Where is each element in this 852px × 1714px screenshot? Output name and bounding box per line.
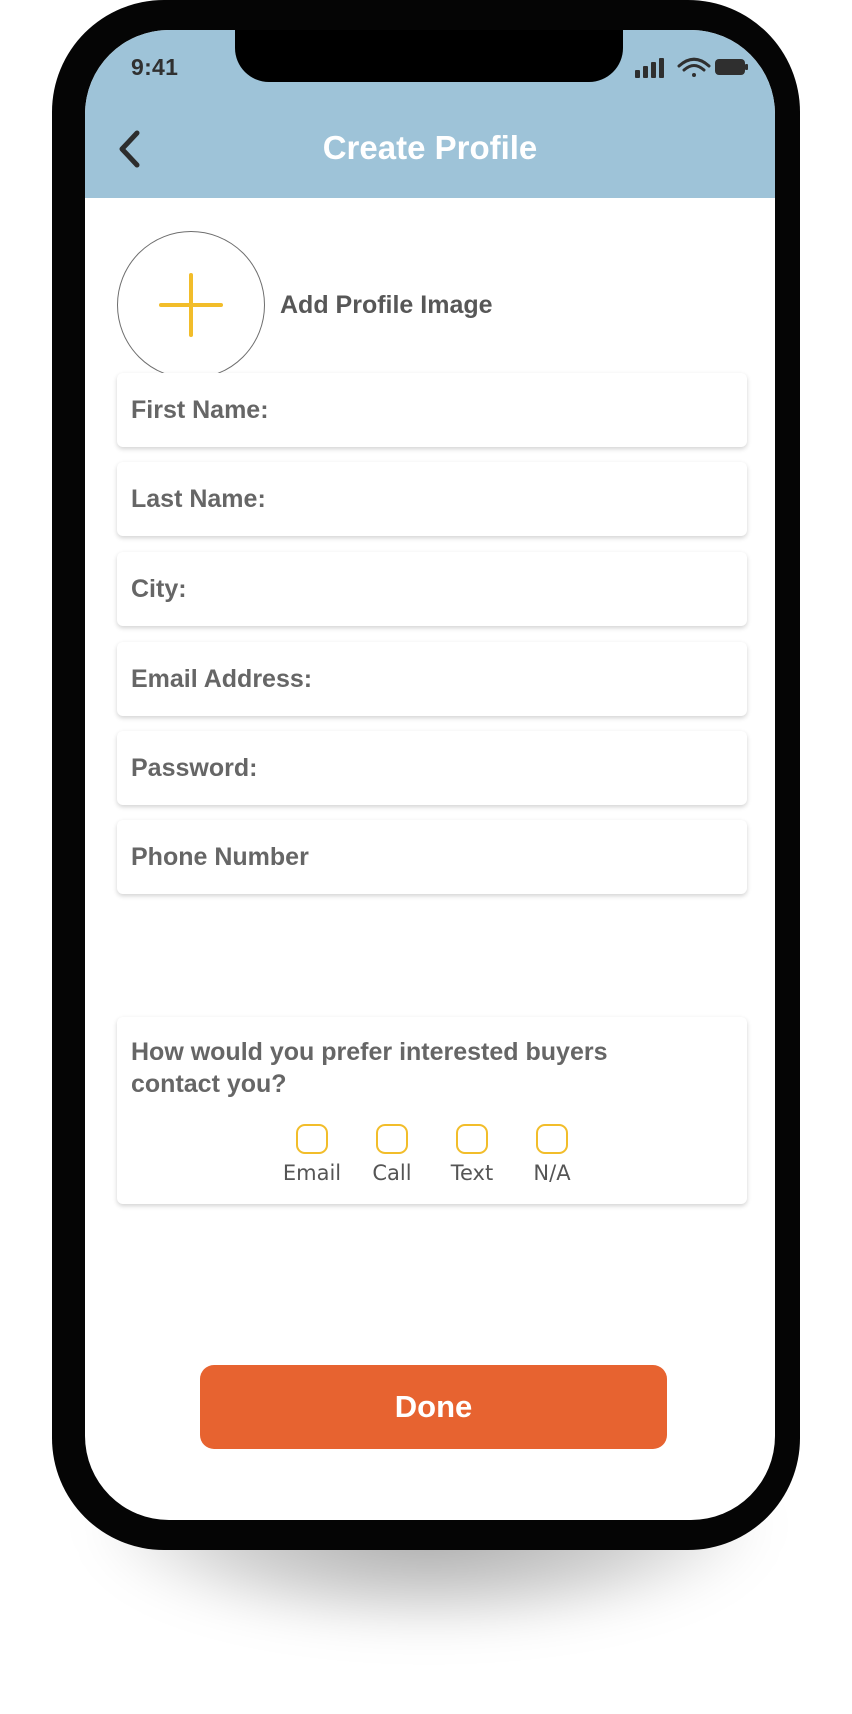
app-header: 9:41 Create Profile <box>85 30 775 198</box>
email-address-label: Email Address: <box>131 665 313 693</box>
battery-icon <box>715 59 748 75</box>
add-profile-image-label: Add Profile Image <box>280 291 493 319</box>
contact-preference-card: How would you prefer interested buyers c… <box>117 1017 747 1204</box>
phone-number-field[interactable]: Phone Number <box>117 820 747 894</box>
password-field[interactable]: Password: <box>117 731 747 805</box>
password-label: Password: <box>131 754 258 782</box>
last-name-field[interactable]: Last Name: <box>117 462 747 536</box>
phone-screen: 9:41 Create Profile Add Profile Image Fi… <box>85 30 775 1520</box>
call-checkbox[interactable] <box>376 1124 408 1154</box>
call-option-label: Call <box>372 1161 412 1185</box>
status-icons <box>633 54 751 80</box>
add-profile-image-button[interactable] <box>117 231 265 379</box>
contact-preference-options: Email Call Text N/A <box>277 1124 597 1192</box>
text-option-label: Text <box>450 1161 494 1185</box>
contact-option-text[interactable]: Text <box>437 1124 507 1188</box>
first-name-label: First Name: <box>131 396 269 424</box>
na-checkbox[interactable] <box>536 1124 568 1154</box>
city-field[interactable]: City: <box>117 552 747 626</box>
device-notch <box>235 30 623 82</box>
text-checkbox[interactable] <box>456 1124 488 1154</box>
na-option-label: N/A <box>533 1161 571 1185</box>
profile-image-section: Add Profile Image <box>117 231 537 383</box>
city-label: City: <box>131 575 187 603</box>
email-option-label: Email <box>282 1161 342 1185</box>
contact-preference-question: How would you prefer interested buyers c… <box>131 1038 608 1098</box>
first-name-field[interactable]: First Name: <box>117 373 747 447</box>
last-name-label: Last Name: <box>131 485 266 513</box>
contact-option-call[interactable]: Call <box>357 1124 427 1188</box>
status-time: 9:41 <box>131 54 179 80</box>
phone-frame: 9:41 Create Profile Add Profile Image Fi… <box>52 0 800 1550</box>
contact-option-email[interactable]: Email <box>277 1124 347 1188</box>
done-button[interactable]: Done <box>200 1365 667 1449</box>
contact-option-na[interactable]: N/A <box>517 1124 587 1188</box>
wifi-icon <box>677 57 711 77</box>
email-checkbox[interactable] <box>296 1124 328 1154</box>
mockup-stage: 9:41 Create Profile Add Profile Image Fi… <box>0 0 852 1714</box>
cellular-signal-icon <box>635 58 664 78</box>
status-icons-svg <box>635 57 748 78</box>
page-title: Create Profile <box>322 129 538 166</box>
phone-number-label: Phone Number <box>131 843 309 871</box>
plus-icon <box>159 273 223 337</box>
email-address-field[interactable]: Email Address: <box>117 642 747 716</box>
